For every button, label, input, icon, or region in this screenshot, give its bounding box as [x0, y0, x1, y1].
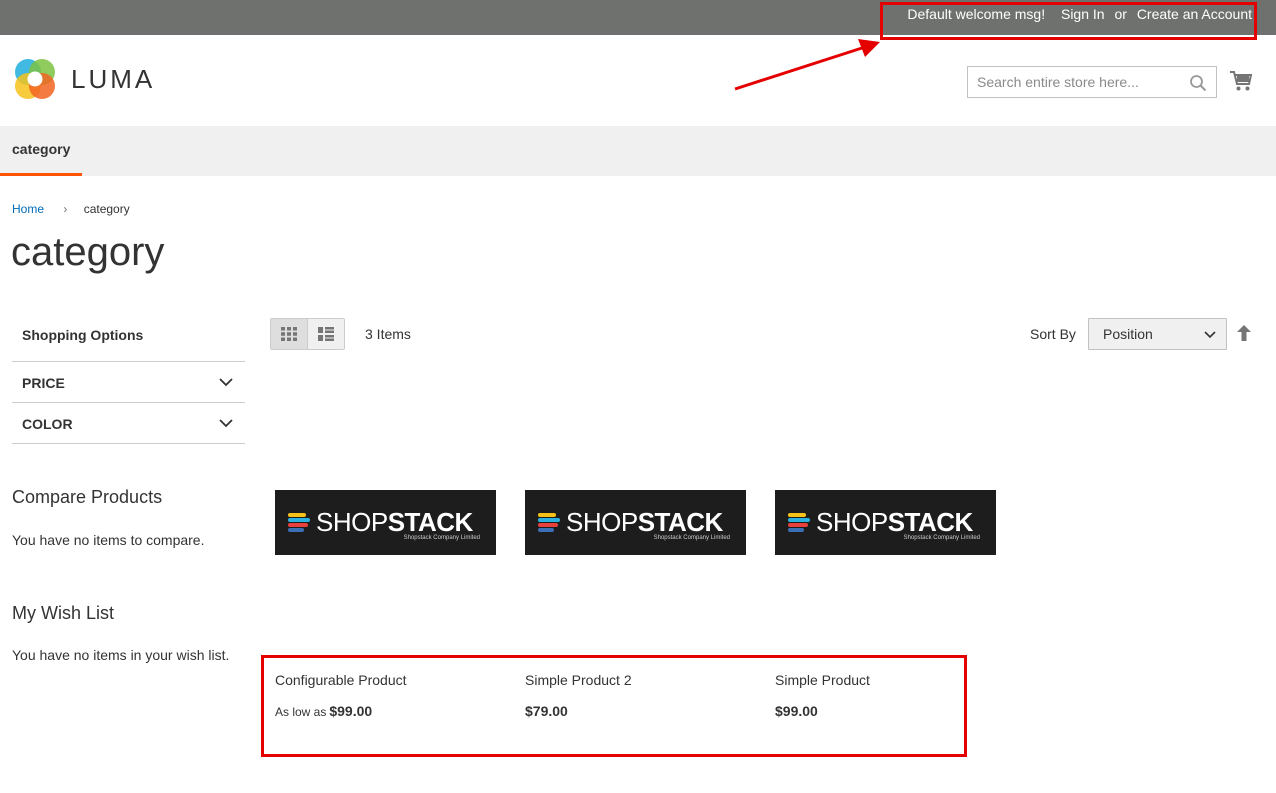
breadcrumb-home-link[interactable]: Home [12, 202, 44, 216]
wishlist-empty-message: You have no items in your wish list. [12, 647, 230, 663]
nav-item-category[interactable]: category [0, 126, 83, 176]
product-item: SHOP STACK Shopstack Company Limited Conf… [275, 490, 515, 719]
shopstack-logo-icon [288, 512, 310, 533]
chevron-down-icon [219, 378, 233, 387]
luma-logo-icon [15, 59, 55, 99]
filter-color-label: COLOR [22, 416, 73, 432]
chevron-down-icon [219, 419, 233, 428]
breadcrumb: Home › category [12, 202, 130, 216]
store-logo[interactable]: LUMA [12, 56, 155, 102]
search-icon[interactable] [1189, 74, 1207, 92]
brand-tagline: Shopstack Company Limited [653, 535, 730, 541]
filter-color[interactable]: COLOR [12, 403, 245, 444]
chevron-right-icon: › [63, 202, 68, 216]
shopping-options-title: Shopping Options [12, 318, 245, 362]
grid-icon [280, 327, 297, 341]
product-image[interactable]: SHOP STACK Shopstack Company Limited [775, 490, 996, 555]
cart-icon[interactable] [1229, 70, 1253, 92]
brand-name-shop: SHOP [566, 507, 638, 537]
annotation-box-header-links [880, 2, 1257, 40]
list-view-button[interactable] [307, 319, 344, 349]
filter-price[interactable]: PRICE [12, 362, 245, 403]
filter-price-label: PRICE [22, 375, 65, 391]
product-image[interactable]: SHOP STACK Shopstack Company Limited [525, 490, 746, 555]
sort-by-label: Sort By [1030, 326, 1076, 342]
product-image[interactable]: SHOP STACK Shopstack Company Limited [275, 490, 496, 555]
sort-ascending-arrow-icon[interactable] [1237, 325, 1251, 341]
compare-products-title: Compare Products [12, 487, 163, 507]
brand-name-shop: SHOP [816, 507, 888, 537]
annotation-box-product-info [261, 655, 967, 757]
product-item: SHOP STACK Shopstack Company Limited Simp… [775, 490, 1015, 719]
shopstack-logo-icon [538, 512, 560, 533]
compare-empty-message: You have no items to compare. [12, 532, 205, 548]
wishlist-title: My Wish List [12, 603, 115, 623]
logo-text: LUMA [71, 63, 156, 94]
search-input[interactable] [968, 67, 1178, 97]
brand-name-shop: SHOP [316, 507, 388, 537]
brand-tagline: Shopstack Company Limited [903, 535, 980, 541]
sort-by-select[interactable]: Position [1088, 318, 1227, 350]
brand-tagline: Shopstack Company Limited [403, 535, 480, 541]
shopstack-logo-icon [788, 512, 810, 533]
brand-name-stack: STACK [637, 507, 724, 537]
shopping-options: Shopping Options PRICE COLOR [12, 318, 245, 444]
list-icon [317, 327, 334, 341]
grid-view-button[interactable] [271, 319, 308, 349]
breadcrumb-current: category [83, 202, 130, 216]
view-mode-switcher [270, 318, 345, 350]
main-navigation: category [0, 126, 1276, 176]
toolbar-item-count: 3 Items [365, 326, 411, 342]
chevron-down-icon [1204, 331, 1216, 339]
product-item: SHOP STACK Shopstack Company Limited Simp… [525, 490, 765, 719]
sort-by-value: Position [1103, 326, 1153, 342]
brand-name-stack: STACK [387, 507, 474, 537]
search-box [967, 66, 1217, 98]
brand-name-stack: STACK [887, 507, 974, 537]
page-title: category [11, 230, 165, 274]
